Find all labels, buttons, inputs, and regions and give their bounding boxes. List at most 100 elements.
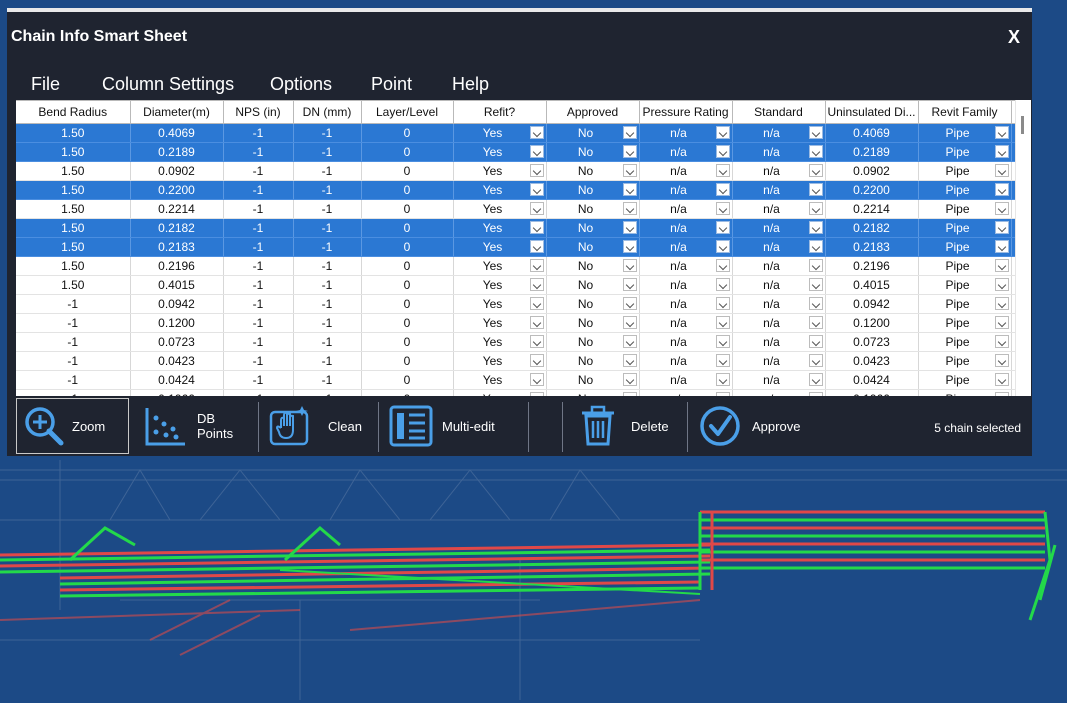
menu-help[interactable]: Help — [452, 74, 489, 95]
cell-dropdown[interactable]: No — [547, 219, 639, 237]
table-cell[interactable]: 0.0942 — [825, 294, 919, 314]
chevron-down-icon[interactable] — [529, 145, 544, 158]
table-cell[interactable]: 0 — [361, 161, 454, 181]
table-cell[interactable]: 0.0423 — [825, 351, 919, 371]
cell-dropdown[interactable]: No — [547, 124, 639, 142]
chevron-down-icon[interactable] — [529, 354, 544, 367]
table-cell[interactable]: 0.2183 — [130, 237, 224, 257]
table-cell[interactable]: -1 — [293, 180, 362, 200]
cell-dropdown[interactable]: n/a — [640, 162, 732, 180]
cell-dropdown[interactable]: Yes — [454, 371, 546, 389]
column-header[interactable]: Approved — [546, 100, 640, 124]
table-cell[interactable]: 0.2214 — [825, 199, 919, 219]
cell-dropdown[interactable]: n/a — [733, 257, 825, 275]
cell-dropdown[interactable]: n/a — [640, 124, 732, 142]
chevron-down-icon[interactable] — [622, 221, 637, 234]
chevron-down-icon[interactable] — [808, 354, 823, 367]
chevron-down-icon[interactable] — [622, 392, 637, 396]
table-cell[interactable]: 1.50 — [16, 275, 131, 295]
chevron-down-icon[interactable] — [529, 240, 544, 253]
cell-dropdown[interactable]: n/a — [640, 314, 732, 332]
table-cell[interactable]: n/a — [639, 123, 733, 143]
table-cell[interactable]: No — [546, 161, 640, 181]
chevron-down-icon[interactable] — [808, 373, 823, 386]
table-cell[interactable]: Yes — [453, 218, 547, 238]
table-cell[interactable]: 0.4069 — [825, 123, 919, 143]
table-cell[interactable]: 0.2196 — [825, 256, 919, 276]
table-cell[interactable]: -1 — [223, 161, 294, 181]
table-cell[interactable]: Pipe — [918, 351, 1012, 371]
cell-dropdown[interactable]: n/a — [640, 276, 732, 294]
menu-file[interactable]: File — [31, 74, 60, 95]
chevron-down-icon[interactable] — [529, 126, 544, 139]
table-row[interactable]: 1.50 0.2200 -1 -1 0 Yes No n/a n/a 0.2200 Pipe — [16, 180, 1028, 200]
table-cell[interactable]: -1 — [293, 275, 362, 295]
cell-dropdown[interactable]: Yes — [454, 390, 546, 396]
chevron-down-icon[interactable] — [529, 202, 544, 215]
table-cell[interactable]: 0.2189 — [825, 142, 919, 162]
chevron-down-icon[interactable] — [715, 164, 730, 177]
table-cell[interactable]: 0.0424 — [825, 370, 919, 390]
chevron-down-icon[interactable] — [715, 240, 730, 253]
table-cell[interactable]: -1 — [293, 161, 362, 181]
table-cell[interactable]: 1.50 — [16, 218, 131, 238]
table-cell[interactable]: 0 — [361, 351, 454, 371]
cell-dropdown[interactable]: Pipe — [919, 143, 1011, 161]
table-cell[interactable]: Pipe — [918, 256, 1012, 276]
cell-dropdown[interactable]: Pipe — [919, 276, 1011, 294]
chevron-down-icon[interactable] — [715, 259, 730, 272]
table-cell[interactable]: 0 — [361, 237, 454, 257]
cell-dropdown[interactable]: No — [547, 333, 639, 351]
table-cell[interactable]: 0.2183 — [825, 237, 919, 257]
cell-dropdown[interactable]: No — [547, 352, 639, 370]
cell-dropdown[interactable]: n/a — [640, 143, 732, 161]
cell-dropdown[interactable]: n/a — [733, 200, 825, 218]
cell-dropdown[interactable]: Pipe — [919, 162, 1011, 180]
table-cell[interactable]: -1 — [293, 294, 362, 314]
cell-dropdown[interactable]: n/a — [640, 200, 732, 218]
table-cell[interactable]: 0.1200 — [825, 313, 919, 333]
table-cell[interactable]: Pipe — [918, 218, 1012, 238]
chevron-down-icon[interactable] — [622, 183, 637, 196]
table-cell[interactable]: 0 — [361, 313, 454, 333]
table-cell[interactable]: Pipe — [918, 237, 1012, 257]
table-cell[interactable]: -1 — [293, 123, 362, 143]
table-cell[interactable]: -1 — [293, 370, 362, 390]
chevron-down-icon[interactable] — [808, 259, 823, 272]
table-cell[interactable]: -1 — [16, 389, 131, 396]
cell-dropdown[interactable]: n/a — [640, 257, 732, 275]
table-cell[interactable]: 0 — [361, 180, 454, 200]
table-cell[interactable]: -1 — [223, 351, 294, 371]
table-cell[interactable]: n/a — [639, 218, 733, 238]
table-cell[interactable]: Yes — [453, 294, 547, 314]
menu-point[interactable]: Point — [371, 74, 412, 95]
vertical-scrollbar[interactable] — [1015, 100, 1031, 396]
chevron-down-icon[interactable] — [808, 240, 823, 253]
cell-dropdown[interactable]: Pipe — [919, 333, 1011, 351]
table-cell[interactable]: Pipe — [918, 370, 1012, 390]
db-points-button[interactable]: DB Points — [136, 398, 251, 454]
table-cell[interactable]: 1.50 — [16, 123, 131, 143]
cell-dropdown[interactable]: Yes — [454, 352, 546, 370]
cell-dropdown[interactable]: Pipe — [919, 219, 1011, 237]
table-cell[interactable]: Pipe — [918, 332, 1012, 352]
table-cell[interactable]: Pipe — [918, 294, 1012, 314]
cell-dropdown[interactable]: n/a — [733, 181, 825, 199]
table-cell[interactable]: 0.2182 — [825, 218, 919, 238]
table-cell[interactable]: -1 — [293, 199, 362, 219]
table-cell[interactable]: n/a — [732, 370, 826, 390]
cell-dropdown[interactable]: n/a — [640, 238, 732, 256]
chevron-down-icon[interactable] — [529, 164, 544, 177]
table-row[interactable]: -1 0.0942 -1 -1 0 Yes No n/a n/a 0.0942 Pipe — [16, 294, 1028, 314]
table-cell[interactable]: Pipe — [918, 161, 1012, 181]
chevron-down-icon[interactable] — [529, 316, 544, 329]
cell-dropdown[interactable]: No — [547, 143, 639, 161]
table-cell[interactable]: -1 — [293, 389, 362, 396]
table-cell[interactable]: n/a — [639, 275, 733, 295]
table-cell[interactable]: 0 — [361, 123, 454, 143]
table-cell[interactable]: n/a — [732, 237, 826, 257]
table-cell[interactable]: 0.0723 — [130, 332, 224, 352]
cell-dropdown[interactable]: n/a — [733, 276, 825, 294]
chevron-down-icon[interactable] — [808, 183, 823, 196]
cell-dropdown[interactable]: No — [547, 371, 639, 389]
